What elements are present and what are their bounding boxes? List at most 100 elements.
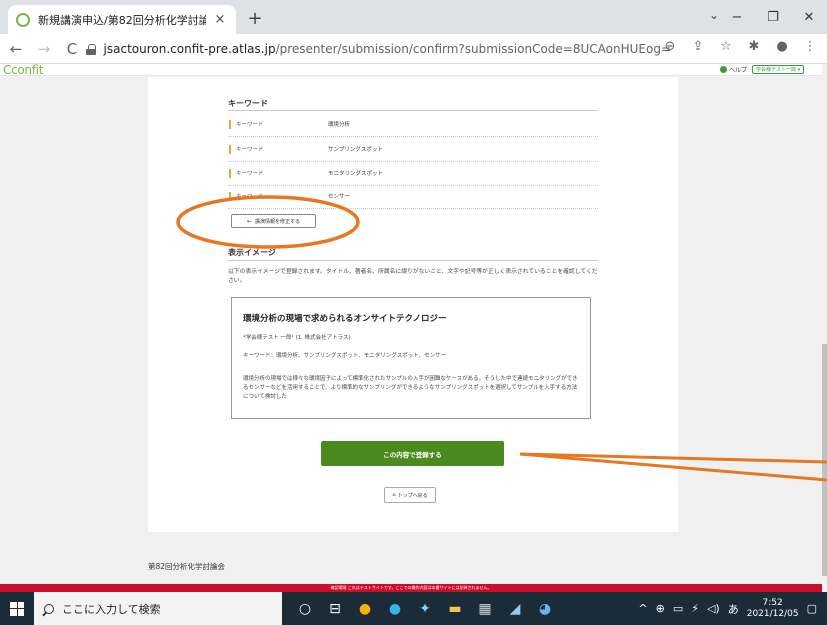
close-tab-icon[interactable]: × [212, 12, 228, 27]
browser-toolbar: ← → C jsactouron.confit-pre.atlas.jp/pre… [0, 34, 827, 64]
preview-abstract: 環境分析の現場では様々な環境因子によって標準化されたサンプルの入手が困難なケース… [243, 376, 578, 400]
lock-icon[interactable] [86, 43, 96, 55]
extensions-icon[interactable]: ✱ [745, 39, 763, 54]
file-explorer-icon[interactable]: ▬ [440, 592, 470, 625]
preview-keywords: キーワード：環境分析、サンプリングスポット、モニタリングスポット、センサー [243, 353, 447, 359]
bookmark-star-icon[interactable]: ☆ [717, 39, 735, 54]
footer-conference-name: 第82回分析化学討論会 [148, 562, 226, 571]
preview-paper-title: 環境分析の現場で求められるオンサイトテクノロジー [243, 314, 447, 324]
keyword-label: キーワード [236, 122, 264, 128]
url-host: jsactouron.confit-pre.atlas.jp [103, 42, 276, 56]
profile-icon[interactable]: ● [773, 39, 791, 54]
tab-title: 新規講演申込/第82回分析化学討論会 [38, 13, 206, 27]
search-icon [44, 603, 54, 614]
forward-button[interactable]: → [32, 40, 56, 58]
windows-logo-icon [10, 601, 24, 616]
home-icon: ⌂ [392, 492, 396, 498]
edit-presentation-button[interactable]: ← 講演情報を修正する [231, 214, 316, 228]
app-icon[interactable]: ✦ [410, 592, 440, 625]
network-icon[interactable]: ⊕ [656, 602, 665, 615]
keyword-marker [229, 169, 231, 178]
taskbar-app-icons: ○ ⊟ ● ● ✦ ▬ ▦ ◢ ◕ [290, 592, 560, 625]
maximize-button[interactable]: ❐ [755, 10, 791, 25]
help-link[interactable]: ヘルプ [720, 65, 747, 74]
taskbar-search[interactable]: ここに入力して検索 [34, 592, 282, 625]
preview-description: 以下の表示イメージで登録されます。タイトル、著者名、所属名に誤りがないこと、文字… [228, 269, 598, 284]
clock-date: 2021/12/05 [746, 608, 799, 619]
browser-tab-bar: 新規講演申込/第82回分析化学討論会 × + ⌄ − ❐ ✕ [0, 0, 827, 34]
confirm-card: キーワード キーワード 環境分析 キーワード サンプリングスポット キーワード … [148, 77, 678, 532]
close-window-button[interactable]: ✕ [791, 10, 827, 25]
calculator-icon[interactable]: ▦ [470, 592, 500, 625]
back-button[interactable]: ← [4, 40, 28, 58]
logo-text: confit [11, 63, 44, 77]
keyword-label: キーワード [236, 171, 264, 177]
taskbar-clock[interactable]: 7:52 2021/12/05 [747, 598, 799, 620]
keyword-marker [229, 192, 231, 201]
chrome-icon[interactable]: ● [350, 592, 380, 625]
cortana-icon[interactable]: ○ [290, 592, 320, 625]
reload-button[interactable]: C [60, 40, 84, 58]
teams-icon[interactable]: ◕ [530, 592, 560, 625]
notifications-icon[interactable]: ▢ [807, 602, 817, 615]
keywords-section-title: キーワード [228, 99, 268, 108]
keyword-marker [229, 120, 231, 129]
edit-presentation-label: 講演情報を修正する [255, 218, 301, 225]
url-path: /presenter/submission/confirm?submission… [275, 42, 671, 56]
keyword-value: センサー [328, 194, 351, 200]
arrow-left-icon: ← [246, 217, 252, 225]
start-button[interactable] [0, 592, 34, 625]
task-view-icon[interactable]: ⊟ [320, 592, 350, 625]
address-bar[interactable]: jsactouron.confit-pre.atlas.jp/presenter… [86, 38, 671, 60]
browser-tab[interactable]: 新規講演申込/第82回分析化学討論会 × [8, 5, 236, 34]
scrollbar-thumb[interactable] [822, 344, 827, 576]
keyword-row: キーワード 環境分析 [228, 113, 598, 137]
keyword-value: サンプリングスポット [328, 147, 383, 153]
system-tray: ^ ⊕ ▭ ⚡ ◁) あ 7:52 2021/12/05 ▢ [638, 592, 827, 625]
notepad-icon[interactable]: ◢ [500, 592, 530, 625]
divider [228, 110, 598, 111]
site-header: Cconfit ヘルプ 学会様テスト一郎 ▾ [0, 63, 822, 77]
back-to-top-label: トップへ戻る [397, 492, 428, 499]
minimize-button[interactable]: − [719, 10, 755, 25]
keyword-value: モニタリングスポット [328, 171, 384, 177]
usb-icon[interactable]: ⚡ [691, 602, 699, 615]
window-controls: − ❐ ✕ [719, 0, 827, 34]
confit-logo[interactable]: Cconfit [3, 63, 43, 77]
ime-indicator[interactable]: あ [728, 601, 739, 617]
preview-authors: *学会様テスト 一郎¹ (1. 株式会社アトラス) [243, 335, 351, 341]
preview-section-title: 表示イメージ [228, 248, 276, 257]
user-menu-button[interactable]: 学会様テスト一郎 ▾ [752, 65, 805, 74]
divider [228, 260, 598, 261]
keyword-row: キーワード サンプリングスポット [228, 138, 598, 162]
zoom-icon[interactable]: ⊖ [661, 39, 679, 54]
test-site-notice: 確認環境 これはテストサイトです。ここでの操作内容は本番サイトには反映されません… [0, 584, 822, 592]
help-icon [720, 66, 727, 73]
edge-icon[interactable]: ● [380, 592, 410, 625]
browser-tool-icons: ⊖ ⇪ ☆ ✱ ● ⋮ [661, 39, 819, 54]
page-scrollbar[interactable] [822, 64, 827, 584]
tray-chevron-icon[interactable]: ^ [638, 602, 647, 615]
keyword-label: キーワード [236, 194, 264, 200]
page-viewport: キーワード キーワード 環境分析 キーワード サンプリングスポット キーワード … [0, 77, 822, 584]
new-tab-button[interactable]: + [244, 8, 266, 29]
tab-search-chevron-icon[interactable]: ⌄ [709, 8, 719, 22]
keyword-value: 環境分析 [328, 122, 351, 128]
share-icon[interactable]: ⇪ [689, 39, 707, 54]
monitor-icon[interactable]: ▭ [673, 602, 683, 615]
clock-time: 7:52 [762, 597, 783, 608]
menu-icon[interactable]: ⋮ [801, 39, 819, 54]
taskbar-search-placeholder: ここに入力して検索 [62, 602, 161, 616]
confit-favicon-icon [16, 12, 30, 27]
help-label: ヘルプ [729, 67, 748, 74]
submit-button[interactable]: この内容で登録する [321, 441, 504, 466]
volume-icon[interactable]: ◁) [707, 602, 720, 615]
logo-c: C [3, 63, 12, 77]
preview-box: 環境分析の現場で求められるオンサイトテクノロジー *学会様テスト 一郎¹ (1.… [231, 297, 591, 419]
url-text: jsactouron.confit-pre.atlas.jp/presenter… [104, 42, 671, 56]
keyword-label: キーワード [236, 147, 264, 153]
back-to-top-button[interactable]: ⌂ トップへ戻る [384, 487, 436, 503]
keyword-marker [229, 145, 231, 154]
keyword-row: キーワード センサー [228, 185, 598, 209]
windows-taskbar: ここに入力して検索 ○ ⊟ ● ● ✦ ▬ ▦ ◢ ◕ ^ ⊕ ▭ ⚡ ◁) あ… [0, 592, 827, 625]
